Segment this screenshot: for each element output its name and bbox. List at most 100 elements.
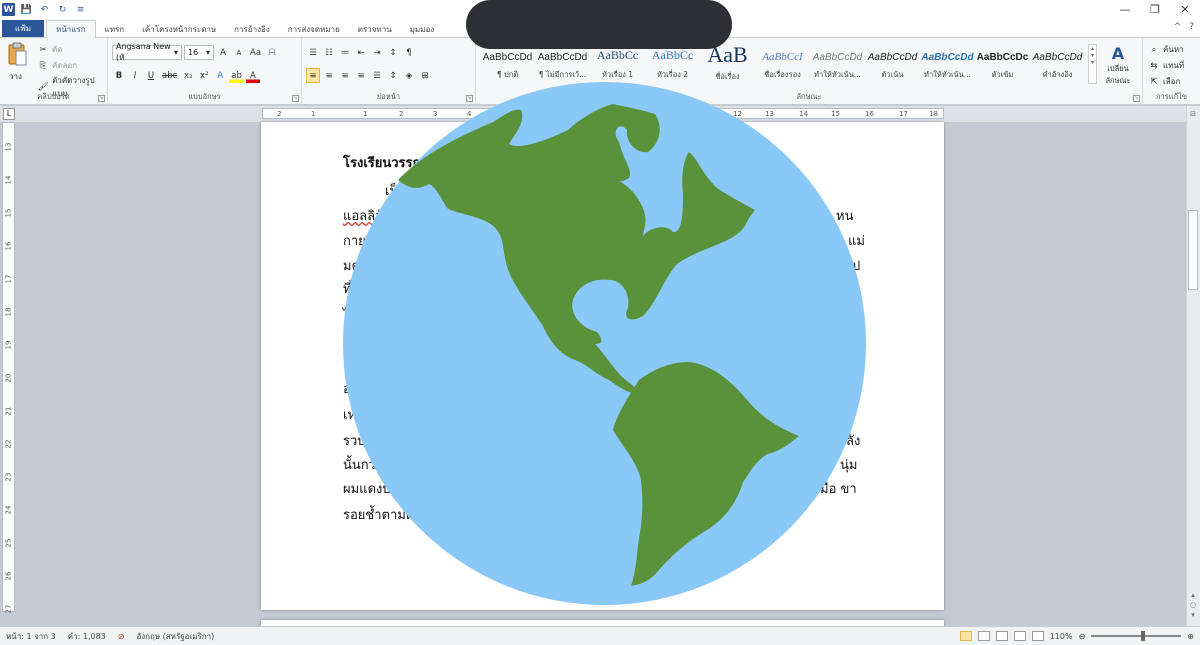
vertical-ruler[interactable]: 13 14 15 16 17 18 19 20 21 22 23 24 25 26 27 <box>2 122 15 613</box>
ribbon-tab-right-controls: ^ ? <box>1174 22 1194 32</box>
close-button[interactable]: ✕ <box>1170 0 1200 19</box>
style-tile-10[interactable]: AaBbCcDd คำอ้างอิง <box>1030 42 1085 84</box>
font-name-combo[interactable]: Angsana New (หั ▾ <box>112 42 182 62</box>
bold-button[interactable]: B <box>112 68 126 83</box>
align-left-button[interactable]: ≡ <box>306 68 320 83</box>
style-sample: AaBbCcDd <box>537 52 588 63</box>
customize-qat-icon[interactable]: ≡ <box>74 3 87 16</box>
find-icon[interactable]: ⌕ <box>1147 42 1161 57</box>
italic-button[interactable]: I <box>128 68 142 83</box>
view-ruler-icon[interactable]: ⊟ <box>1188 110 1198 120</box>
tab-view[interactable]: มุมมอง <box>401 20 444 38</box>
style-tile-9[interactable]: AaBbCcDc ตัวเข้ม <box>975 42 1030 84</box>
vertical-ruler-tick: 26 <box>4 571 13 581</box>
tab-page-layout[interactable]: เค้าโครงหน้ากระดาษ <box>133 20 225 38</box>
bullets-button[interactable]: ☰ <box>306 45 320 60</box>
multilevel-list-button[interactable]: ≔ <box>338 45 352 60</box>
copy-icon[interactable]: ⎘ <box>36 58 50 73</box>
shading-button[interactable]: ◈ <box>402 68 416 83</box>
tab-home[interactable]: หน้าแรก <box>46 20 96 38</box>
sort-button[interactable]: ↕ <box>386 45 400 60</box>
shrink-font-button[interactable]: A <box>232 45 246 60</box>
copy-button[interactable]: คัดลอก <box>52 59 77 72</box>
style-tile-8[interactable]: AaBbCcDd ทำให้หัวเน้น... <box>920 42 975 84</box>
styles-scroll[interactable]: ▴ ▾ ▾ <box>1088 44 1097 84</box>
paste-icon[interactable] <box>6 42 28 68</box>
change-styles-button[interactable]: A เปลี่ยน ลักษณะ <box>1100 44 1136 88</box>
draft-view-button[interactable] <box>1031 631 1044 641</box>
distributed-button[interactable]: ☰ <box>370 68 384 83</box>
find-button[interactable]: ค้นหา <box>1163 43 1184 56</box>
proofing-icon[interactable]: ⊘ <box>112 632 131 641</box>
word-logo-icon[interactable]: W <box>2 3 15 16</box>
clipboard-launcher-icon[interactable]: ↘ <box>98 95 105 102</box>
zoom-slider[interactable] <box>1091 631 1182 641</box>
font-launcher-icon[interactable]: ↘ <box>292 95 299 102</box>
underline-button[interactable]: U <box>144 68 158 83</box>
styles-launcher-icon[interactable]: ↘ <box>1133 95 1140 102</box>
superscript-button[interactable]: x² <box>197 68 211 83</box>
zoom-level[interactable]: 110% <box>1050 632 1073 641</box>
language-indicator[interactable]: อังกฤษ (สหรัฐอเมริกา) <box>130 630 220 643</box>
restore-button[interactable]: ❐ <box>1140 0 1170 19</box>
word-count[interactable]: คำ: 1,083 <box>62 630 112 643</box>
tab-insert[interactable]: แทรก <box>96 20 134 38</box>
style-tile-7[interactable]: AaBbCcDd ตัวเน้น <box>865 42 920 84</box>
clipboard-group-label: คลิปบอร์ด <box>37 92 70 101</box>
font-color-button[interactable]: A <box>245 68 260 83</box>
browse-object-controls[interactable]: ▴ ○ ▾ <box>1188 590 1198 620</box>
style-sample: AaBbCcDd <box>921 52 974 63</box>
collapse-ribbon-icon[interactable]: ^ <box>1174 22 1182 32</box>
tab-selector[interactable]: L <box>3 108 15 120</box>
undo-icon[interactable]: ↶ <box>38 3 51 16</box>
show-marks-button[interactable]: ¶ <box>402 45 416 60</box>
line-spacing-button[interactable]: ↕ <box>386 68 400 83</box>
change-case-button[interactable]: Aa <box>248 45 263 60</box>
ruler-tick: 18 <box>929 110 938 118</box>
scrollbar-thumb[interactable] <box>1188 210 1198 290</box>
align-center-button[interactable]: ≡ <box>322 68 336 83</box>
zoom-slider-knob[interactable] <box>1141 631 1146 641</box>
tab-mailings[interactable]: การส่งจดหมาย <box>279 20 349 38</box>
align-right-button[interactable]: ≡ <box>338 68 352 83</box>
vertical-scrollbar[interactable] <box>1186 106 1200 626</box>
web-layout-view-button[interactable] <box>995 631 1008 641</box>
cut-icon[interactable]: ✂ <box>36 42 50 57</box>
page-count[interactable]: หน้า: 1 จาก 3 <box>0 630 62 643</box>
highlight-button[interactable]: ab <box>229 68 244 83</box>
tab-references[interactable]: การอ้างอิง <box>225 20 279 38</box>
font-size-combo[interactable]: 16 ▾ <box>184 45 214 60</box>
full-screen-reading-view-button[interactable] <box>977 631 990 641</box>
paste-button[interactable]: วาง <box>9 70 22 83</box>
justify-button[interactable]: ≡ <box>354 68 368 83</box>
save-icon[interactable]: 💾 <box>20 3 33 16</box>
font-name-value: Angsana New (หั <box>116 41 171 62</box>
redo-icon[interactable]: ↻ <box>56 3 69 16</box>
help-icon[interactable]: ? <box>1189 22 1194 32</box>
increase-indent-button[interactable]: ⇥ <box>370 45 384 60</box>
select-button[interactable]: เลือก <box>1163 75 1180 88</box>
numbering-button[interactable]: ☷ <box>322 45 336 60</box>
vertical-ruler-tick: 19 <box>4 340 13 350</box>
tab-file[interactable]: แฟ้ม <box>2 20 44 37</box>
replace-icon[interactable]: ⇆ <box>1147 58 1161 73</box>
replace-button[interactable]: แทนที่ <box>1163 59 1184 72</box>
clear-formatting-button[interactable]: ᗩ <box>265 45 279 60</box>
grow-font-button[interactable]: A <box>216 45 230 60</box>
subscript-button[interactable]: x₂ <box>181 68 195 83</box>
print-layout-view-button[interactable] <box>959 631 972 641</box>
borders-button[interactable]: ⊞ <box>418 68 432 83</box>
decrease-indent-button[interactable]: ⇤ <box>354 45 368 60</box>
select-icon[interactable]: ⇱ <box>1147 74 1161 89</box>
cut-button[interactable]: ตัด <box>52 43 62 56</box>
text-effects-button[interactable]: A <box>213 68 227 83</box>
outline-view-button[interactable] <box>1013 631 1026 641</box>
zoom-out-icon[interactable]: ⊖ <box>1079 632 1086 641</box>
zoom-in-icon[interactable]: ⊕ <box>1187 632 1194 641</box>
ruler-tick: 16 <box>865 110 874 118</box>
strikethrough-button[interactable]: abc <box>160 68 179 83</box>
style-tile-5[interactable]: AaBbCcI ชื่อเรื่องรอง <box>755 42 810 84</box>
tab-review[interactable]: ตรวจทาน <box>349 20 401 38</box>
style-tile-6[interactable]: AaBbCcDd ทำให้หัวเน้น... <box>810 42 865 84</box>
minimize-button[interactable]: — <box>1110 0 1140 19</box>
